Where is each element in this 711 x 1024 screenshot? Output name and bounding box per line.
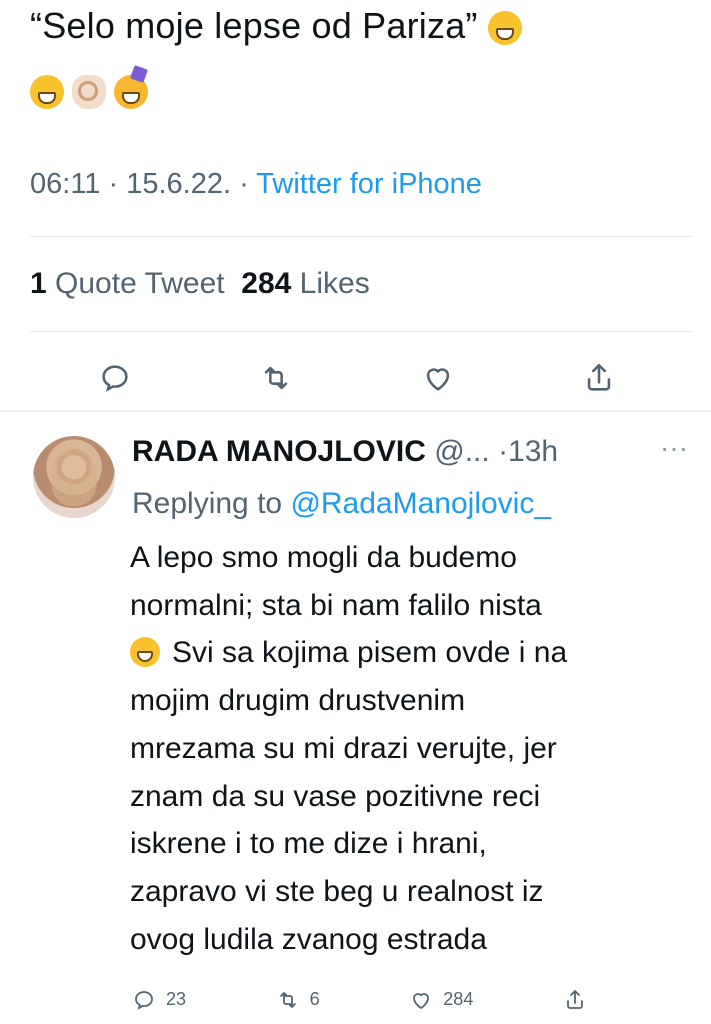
reply-line: mrezama su mi drazi verujte, jer: [130, 731, 557, 765]
partying-face-emoji: [114, 75, 148, 109]
reply-author-handle[interactable]: @...: [434, 435, 489, 468]
likes-count[interactable]: 284: [241, 267, 291, 300]
reply-line: zapravo vi ste beg u realnost iz: [130, 874, 544, 908]
tweet-meta: 06:11 · 15.6.22. · Twitter for iPhone: [30, 168, 482, 201]
like-count: 284: [443, 989, 474, 1009]
meta-separator-1: ·: [100, 168, 127, 200]
share-icon[interactable]: [563, 988, 587, 1012]
reply-line: iskrene i to me dize i hrani,: [130, 827, 487, 861]
grinning-face-emoji: [30, 75, 64, 109]
reply-line: A lepo smo mogli da budemo: [130, 541, 517, 574]
reply-line: mojim drugim drustvenim: [130, 684, 466, 718]
divider: [30, 236, 693, 237]
reply-line: Svi sa kojima pisem ovde i na: [172, 636, 568, 670]
like-icon[interactable]: [421, 361, 455, 395]
tweet-text: “Selo moje lepse od Pariza”: [30, 2, 700, 50]
reply-text: A lepo smo mogli da budemo normalni; sta…: [130, 534, 690, 963]
reply-icon[interactable]: [132, 988, 156, 1012]
reply-timestamp[interactable]: ·13h: [498, 435, 558, 468]
reply-line: normalni; sta bi nam falilo nista: [130, 588, 542, 622]
avatar[interactable]: [33, 436, 115, 518]
quote-count[interactable]: 1: [30, 267, 47, 300]
replying-to-prefix: Replying to: [132, 487, 291, 520]
reply-tweet[interactable]: RADA MANOJLOVIC @... ·13h ··· Replying t…: [0, 412, 711, 1024]
reply-icon[interactable]: [98, 361, 132, 395]
divider: [30, 331, 693, 332]
tweet-quote: “Selo moje lepse od Pariza”: [30, 5, 478, 46]
tweet-emoji-row: [30, 70, 148, 114]
ok-hand-emoji: [72, 75, 106, 109]
rolling-on-floor-laughing-emoji: [487, 11, 522, 46]
likes-label[interactable]: Likes: [300, 267, 370, 300]
replying-to: Replying to @RadaManojlovic_: [132, 484, 551, 524]
share-icon[interactable]: [582, 361, 616, 395]
retweet-icon[interactable]: [276, 988, 300, 1012]
reply-action[interactable]: 23: [132, 988, 186, 1012]
retweet-action[interactable]: 6: [276, 988, 320, 1012]
meta-separator-2: ·: [231, 168, 257, 200]
reply-line: ovog ludila zvanog estrada: [130, 922, 487, 956]
tweet-source-link[interactable]: Twitter for iPhone: [256, 168, 482, 200]
tweet-date: 15.6.22.: [126, 168, 232, 200]
retweet-count: 6: [309, 989, 320, 1009]
tweet-actions: [30, 356, 684, 400]
tweet-time: 06:11: [30, 168, 101, 200]
like-action[interactable]: 284: [409, 988, 473, 1012]
reply-actions: 23 6 284: [132, 977, 587, 1022]
share-action[interactable]: [563, 988, 587, 1012]
more-options-icon[interactable]: ···: [660, 432, 688, 464]
quote-label[interactable]: Quote Tweet: [55, 267, 225, 300]
replying-to-mention[interactable]: @RadaManojlovic_: [290, 487, 551, 520]
reply-author-name[interactable]: RADA MANOJLOVIC: [132, 435, 426, 468]
retweet-icon[interactable]: [259, 361, 293, 395]
tweet-stats: 1 Quote Tweet 284 Likes: [30, 267, 370, 301]
like-icon[interactable]: [409, 988, 433, 1012]
reply-line: znam da su vase pozitivne reci: [130, 779, 541, 813]
reply-header: RADA MANOJLOVIC @... ·13h: [132, 432, 558, 472]
reply-count: 23: [166, 989, 187, 1009]
grinning-face-emoji: [130, 637, 160, 668]
